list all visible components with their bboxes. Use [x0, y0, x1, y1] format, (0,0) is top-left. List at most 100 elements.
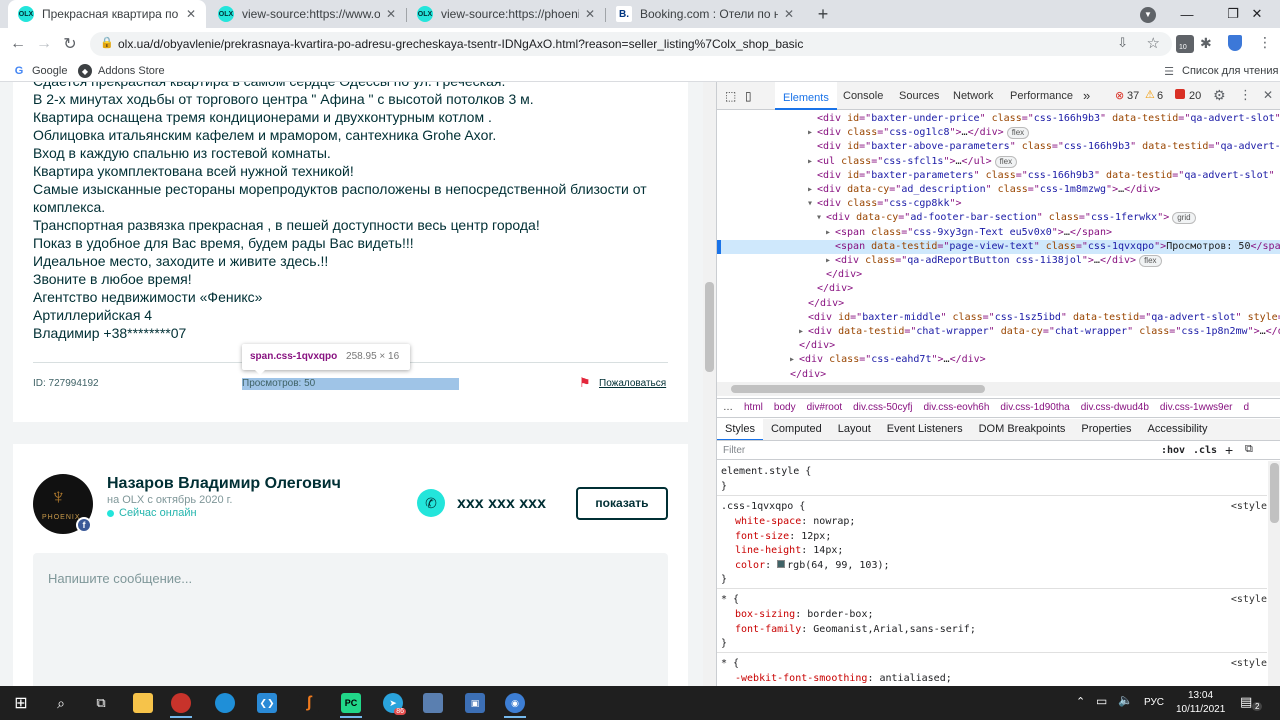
layout-badge[interactable]: flex: [994, 155, 1018, 168]
class-toggle[interactable]: .cls: [1193, 445, 1217, 456]
reload-button[interactable]: ↻: [60, 34, 80, 54]
tab-olx-apartment[interactable]: OLX Прекрасная квартира по адресу ✕: [8, 0, 206, 28]
bookmark-google[interactable]: G Google: [12, 64, 68, 78]
rule-source-link[interactable]: <style>: [1231, 593, 1267, 607]
lock-icon[interactable]: 🔒: [100, 36, 114, 49]
expand-arrow-icon[interactable]: ▾: [807, 197, 817, 211]
expand-arrow-icon[interactable]: ▸: [807, 126, 817, 140]
more-tabs-icon[interactable]: »: [1083, 88, 1090, 103]
vscode-button[interactable]: ❮❯: [250, 689, 284, 717]
dom-horizontal-scrollbar[interactable]: [717, 382, 1280, 396]
devtools-tab-network[interactable]: Network: [953, 90, 993, 102]
minimize-button[interactable]: —: [1164, 0, 1210, 28]
seller-name[interactable]: Назаров Владимир Олегович: [107, 475, 341, 493]
dom-node[interactable]: ▾ <div class="css-cgp8kk">: [717, 197, 1280, 211]
app-button-red[interactable]: [164, 689, 198, 718]
expand-arrow-icon[interactable]: ▾: [816, 211, 826, 225]
expand-arrow-icon[interactable]: ▸: [825, 254, 835, 268]
close-tab-icon[interactable]: ✕: [386, 7, 396, 21]
breadcrumb-item[interactable]: d: [1244, 402, 1250, 413]
breadcrumb-item[interactable]: …: [723, 402, 733, 413]
rule-source-link[interactable]: <style>: [1231, 500, 1267, 514]
breadcrumb-item[interactable]: div.css-50cyfj: [853, 402, 912, 413]
volume-icon[interactable]: 🔈: [1118, 693, 1133, 707]
tab-search-button[interactable]: ▼: [1140, 7, 1156, 23]
hover-state-toggle[interactable]: :hov: [1161, 445, 1185, 456]
close-tab-icon[interactable]: ✕: [784, 7, 794, 21]
expand-arrow-icon[interactable]: ▸: [798, 325, 808, 339]
reading-list-button[interactable]: ☰ Список для чтения: [1162, 64, 1278, 78]
tab-booking[interactable]: B. Booking.com : Отели по направл ✕: [606, 0, 804, 28]
dom-node[interactable]: <div id="baxter-above-parameters" class=…: [717, 140, 1280, 154]
breadcrumb-item[interactable]: div.css-eovh6h: [923, 402, 989, 413]
search-button[interactable]: ⌕: [44, 689, 78, 717]
chrome-button[interactable]: ◉: [498, 689, 532, 718]
styles-filter-input[interactable]: Filter :hov .cls + ⧉: [717, 442, 1280, 460]
shield-extension-icon[interactable]: [1228, 35, 1242, 51]
dom-node[interactable]: <div id="baxter-middle" class="css-1sz5i…: [717, 311, 1280, 325]
install-app-icon[interactable]: ⇩: [1117, 35, 1128, 51]
breadcrumb-item[interactable]: div#root: [807, 402, 843, 413]
dom-node[interactable]: <div id="baxter-under-price" class="css-…: [717, 112, 1280, 126]
devtools-tab-console[interactable]: Console: [843, 90, 883, 102]
styles-scrollbar[interactable]: [1268, 461, 1280, 686]
dom-node[interactable]: </div>: [717, 268, 1280, 282]
breadcrumb-item[interactable]: html: [744, 402, 763, 413]
layout-badge[interactable]: flex: [1139, 255, 1162, 267]
scrollbar-thumb[interactable]: [731, 385, 985, 393]
expand-arrow-icon[interactable]: ▸: [807, 183, 817, 197]
styles-subtab[interactable]: Computed: [763, 419, 830, 440]
bookmark-addons-store[interactable]: ◆ Addons Store: [78, 64, 165, 78]
new-rule-icon[interactable]: +: [1225, 442, 1233, 458]
dom-node[interactable]: ▸ <div data-cy="ad_description" class="cs…: [717, 183, 1280, 197]
settings-gear-icon[interactable]: ⚙: [1213, 87, 1226, 104]
sublime-button[interactable]: ʃ: [292, 689, 326, 717]
dom-node[interactable]: </div>: [717, 282, 1280, 296]
dom-node[interactable]: </div>: [717, 368, 1280, 382]
notification-icon[interactable]: ▤: [1240, 694, 1252, 710]
dom-node[interactable]: ▸ <div class="qa-adReportButton css-1i38j…: [717, 254, 1280, 268]
pycharm-button[interactable]: PC: [334, 689, 368, 718]
expand-arrow-icon[interactable]: ▸: [825, 226, 835, 240]
error-icon[interactable]: ⊗: [1115, 89, 1124, 102]
message-input[interactable]: Напишите сообщение...: [33, 553, 668, 686]
extension-icon[interactable]: 10: [1176, 35, 1194, 53]
expand-arrow-icon[interactable]: ▸: [807, 155, 817, 169]
css-declaration[interactable]: font-size: 12px;: [717, 530, 1267, 544]
breadcrumb-item[interactable]: div.css-dwud4b: [1081, 402, 1149, 413]
show-phone-button[interactable]: показать: [576, 487, 668, 520]
bookmark-star-icon[interactable]: ☆: [1147, 34, 1160, 52]
tab-view-source-phoenix[interactable]: OLX view-source:https://phoenixagen ✕: [407, 0, 605, 28]
error-count[interactable]: 37: [1127, 90, 1139, 102]
rule-source-link[interactable]: <style>: [1231, 657, 1267, 671]
file-explorer-button[interactable]: [126, 689, 160, 717]
edge-button[interactable]: [208, 689, 242, 717]
expand-arrow-icon[interactable]: ▸: [789, 353, 799, 367]
tab-view-source-olx[interactable]: OLX view-source:https://www.olx.ua/d/ ✕: [208, 0, 406, 28]
issues-icon[interactable]: [1175, 89, 1185, 99]
styles-subtab[interactable]: Layout: [830, 419, 879, 440]
tray-chevron-icon[interactable]: ⌃: [1076, 695, 1085, 708]
app-button[interactable]: [416, 689, 450, 717]
warning-count[interactable]: 6: [1157, 90, 1163, 102]
omnibox[interactable]: 🔒 olx.ua/d/obyavlenie/prekrasnaya-kvarti…: [90, 32, 1172, 56]
close-window-button[interactable]: ✕: [1234, 0, 1280, 28]
device-toolbar-icon[interactable]: ▯: [745, 89, 752, 103]
dom-node[interactable]: <div id="baxter-parameters" class="css-1…: [717, 169, 1280, 183]
page-scrollbar[interactable]: [703, 82, 716, 686]
dom-node[interactable]: ▾ <div data-cy="ad-footer-bar-section" cl…: [717, 211, 1280, 225]
layout-badge[interactable]: flex: [1006, 127, 1030, 140]
layout-badge[interactable]: grid: [1172, 212, 1196, 225]
css-rule-selector[interactable]: * {<style>: [717, 657, 1267, 671]
new-tab-button[interactable]: +: [812, 3, 834, 25]
dom-node[interactable]: ▸ <div class="css-eahd7t">…</div>: [717, 353, 1280, 367]
dom-node[interactable]: </div>: [717, 297, 1280, 311]
styles-subtab[interactable]: Accessibility: [1140, 419, 1216, 440]
styles-subtab[interactable]: Styles: [717, 419, 763, 440]
styles-subtab[interactable]: DOM Breakpoints: [971, 419, 1074, 440]
dom-node[interactable]: ▸ <span class="css-9xy3gn-Text eu5v0x0">……: [717, 226, 1280, 240]
dom-node-selected[interactable]: <span data-testid="page-view-text" class…: [717, 239, 1280, 254]
url-text[interactable]: olx.ua/d/obyavlenie/prekrasnaya-kvartira…: [118, 37, 803, 51]
network-icon[interactable]: ▭: [1096, 694, 1107, 708]
toggle-sidebar-icon[interactable]: ⧉: [1245, 443, 1253, 456]
